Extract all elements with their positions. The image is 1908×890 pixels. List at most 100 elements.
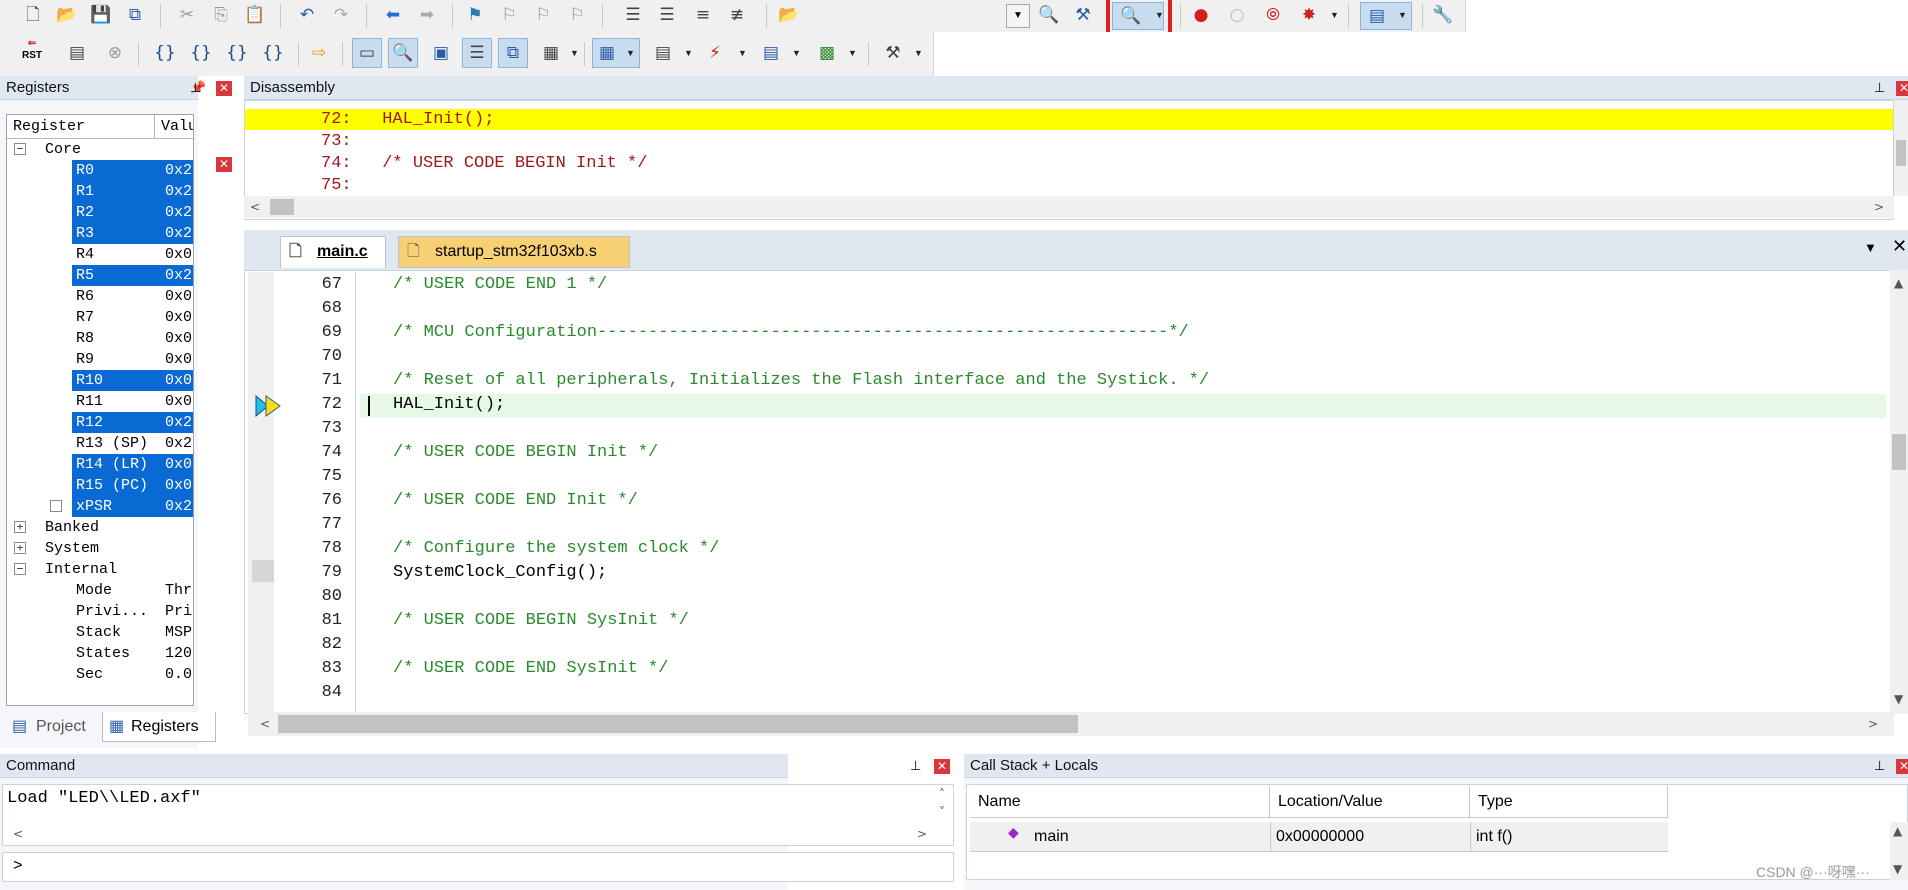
open-folder-icon[interactable]: 📂 <box>54 2 80 28</box>
chevron-down-icon[interactable]: ▼ <box>738 48 747 58</box>
close-icon[interactable]: ✕ <box>216 81 232 96</box>
save-all-icon[interactable]: ⧉ <box>122 2 148 28</box>
internal-row[interactable]: Sec 0.0... <box>7 664 193 685</box>
editor-hscroll[interactable]: < > <box>248 712 1894 736</box>
bookmark-icon[interactable]: ⚑ <box>462 2 488 28</box>
code-line[interactable]: /* USER CODE END Init */ <box>393 489 638 513</box>
step-into-icon[interactable]: {} <box>152 40 178 66</box>
pin-icon[interactable]: ⊥ <box>1874 76 1885 100</box>
step-over-icon[interactable]: {} <box>188 40 214 66</box>
col-type[interactable]: Type <box>1470 786 1668 818</box>
symbols-window-icon[interactable]: ▣ <box>428 40 454 66</box>
close-icon[interactable]: ✕ <box>216 157 232 172</box>
col-location[interactable]: Location/Value <box>1270 786 1470 818</box>
uncomment-icon[interactable]: ≢ <box>724 2 750 28</box>
scroll-down-icon[interactable]: ▼ <box>1894 692 1903 706</box>
command-input[interactable]: > <box>2 852 954 882</box>
configure-icon[interactable]: 🔧 <box>1430 2 1456 28</box>
group-system[interactable]: + System <box>7 538 193 559</box>
register-row[interactable]: R14 (LR) 0x0... <box>7 454 193 475</box>
internal-row[interactable]: Mode Thread <box>7 580 193 601</box>
breakpoint-icon[interactable]: ● <box>1188 2 1214 28</box>
scroll-left-icon[interactable]: < <box>260 717 270 731</box>
expand-icon[interactable]: + <box>14 542 26 554</box>
collapse-icon[interactable]: − <box>14 563 26 575</box>
scroll-down-icon[interactable]: ▼ <box>1893 862 1902 876</box>
unindent-icon[interactable]: ☰ <box>654 2 680 28</box>
register-row[interactable]: R13 (SP) 0x2... <box>7 433 193 454</box>
register-row[interactable]: R11 0x0... <box>7 391 193 412</box>
disable-breakpoint-icon[interactable]: ○ <box>1224 2 1250 28</box>
tab-main-c[interactable]: 🗋 main.c <box>280 236 386 268</box>
tab-registers[interactable]: ▦ Registers <box>102 712 216 742</box>
watch-window-icon[interactable]: ▦ <box>538 40 564 66</box>
tab-startup-file[interactable]: 🗋 startup_stm32f103xb.s <box>398 236 630 268</box>
clear-bookmarks-icon[interactable]: ⚐ <box>564 2 590 28</box>
register-row[interactable]: R0 0x2... <box>7 160 193 181</box>
navigate-back-icon[interactable]: ⬅ <box>380 2 406 28</box>
code-line[interactable]: /* USER CODE BEGIN Init */ <box>393 441 658 465</box>
close-icon[interactable]: ✕ <box>1896 759 1908 774</box>
register-row[interactable]: R6 0x0... <box>7 286 193 307</box>
collapse-icon[interactable]: − <box>14 143 26 155</box>
command-output[interactable]: Load "LED\\LED.axf" ˄ ˅ < > <box>2 784 954 846</box>
comment-icon[interactable]: ≡ <box>690 2 716 28</box>
register-row[interactable]: R8 0x0... <box>7 328 193 349</box>
scroll-up-icon[interactable]: ˄ <box>939 787 945 801</box>
chevron-down-icon[interactable]: ▼ <box>914 48 923 58</box>
code-line[interactable]: /* MCU Configuration--------------------… <box>393 321 1189 345</box>
editor-vscroll[interactable]: ▲ ▼ <box>1890 270 1908 714</box>
scroll-right-icon[interactable]: > <box>1874 200 1884 214</box>
expand-icon[interactable]: + <box>50 500 62 512</box>
register-row[interactable]: R7 0x0... <box>7 307 193 328</box>
group-core[interactable]: − Core <box>7 139 193 160</box>
code-line[interactable]: SystemClock_Config(); <box>393 561 607 585</box>
register-row[interactable]: R12 0x2... <box>7 412 193 433</box>
col-value[interactable]: Value <box>155 115 193 139</box>
toolbox-icon[interactable]: ⚒ <box>880 40 906 66</box>
callstack-vscroll[interactable]: ▲ ▼ <box>1890 822 1908 880</box>
new-file-icon[interactable]: 🗋 <box>20 2 46 28</box>
chevron-down-icon[interactable]: ▼ <box>1330 10 1339 20</box>
next-bookmark-icon[interactable]: ⚐ <box>530 2 556 28</box>
disassembly-vscroll[interactable] <box>1894 100 1908 196</box>
reset-icon[interactable]: ⇐ RST <box>18 38 46 68</box>
tab-list-icon[interactable]: ▼ <box>1864 240 1877 255</box>
register-row[interactable]: R1 0x2... <box>7 181 193 202</box>
incremental-find-icon[interactable]: ⚒ <box>1070 2 1096 28</box>
register-row[interactable]: R3 0x2... <box>7 223 193 244</box>
close-icon[interactable]: ✕ <box>1896 81 1908 96</box>
run-to-cursor-icon[interactable]: {} <box>260 40 286 66</box>
code-line[interactable]: /* USER CODE END SysInit */ <box>393 657 668 681</box>
copy-icon[interactable]: ⎘ <box>208 2 234 28</box>
cut-icon[interactable]: ✂ <box>174 2 200 28</box>
register-row[interactable]: R4 0x0... <box>7 244 193 265</box>
internal-row[interactable]: Privi... Pri... <box>7 601 193 622</box>
pin-icon[interactable]: ⊥ <box>910 754 921 778</box>
serial-window-icon[interactable]: ▤ <box>650 40 676 66</box>
expand-icon[interactable]: + <box>14 521 26 533</box>
show-next-statement-icon[interactable]: ⇨ <box>306 40 332 66</box>
chevron-down-icon[interactable]: ▼ <box>848 48 857 58</box>
scroll-thumb[interactable] <box>278 715 1078 733</box>
paste-icon[interactable]: 📋 <box>242 2 268 28</box>
disassembly-line[interactable]: 73: <box>245 131 1893 152</box>
scroll-left-icon[interactable]: < <box>250 200 260 214</box>
prev-bookmark-icon[interactable]: ⚐ <box>496 2 522 28</box>
save-icon[interactable]: 💾 <box>88 2 114 28</box>
code-line[interactable]: HAL_Init(); <box>393 393 505 417</box>
close-icon[interactable]: ✕ <box>934 759 950 774</box>
navigate-forward-icon[interactable]: ➡ <box>414 2 440 28</box>
pin-icon[interactable]: ⊥ <box>190 76 201 100</box>
scroll-thumb[interactable] <box>1892 434 1906 470</box>
scroll-up-icon[interactable]: ▲ <box>1894 276 1903 290</box>
redo-icon[interactable]: ↷ <box>328 2 354 28</box>
disassembly-hscroll[interactable]: < > <box>244 196 1894 218</box>
scroll-left-icon[interactable]: < <box>13 827 23 841</box>
scroll-right-icon[interactable]: > <box>917 827 927 841</box>
internal-row[interactable]: Stack MSP <box>7 622 193 643</box>
register-row[interactable]: + xPSR 0x2... <box>7 496 193 517</box>
chevron-down-icon[interactable]: ▼ <box>792 48 801 58</box>
col-register[interactable]: Register <box>7 115 155 139</box>
code-line[interactable]: /* USER CODE END 1 */ <box>393 273 607 297</box>
